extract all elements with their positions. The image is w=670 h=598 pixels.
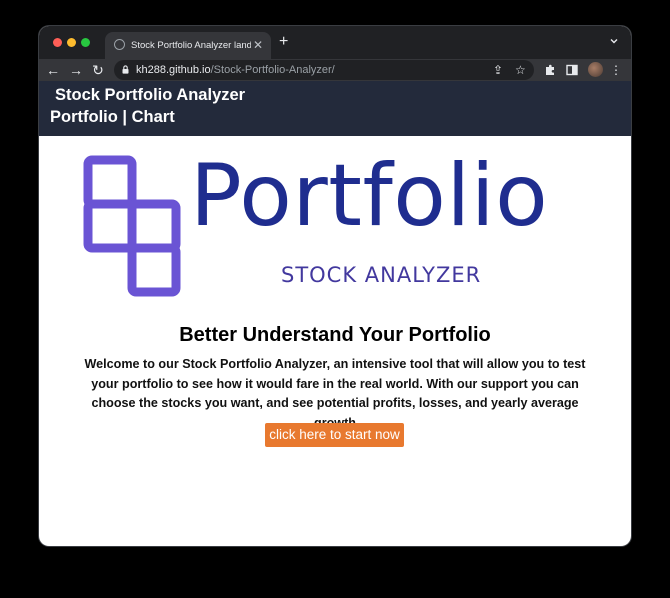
new-tab-icon[interactable]: + <box>279 33 288 51</box>
logo-wordmark: Portfolio <box>190 146 549 246</box>
bookmark-star-icon[interactable]: ☆ <box>515 63 526 77</box>
kebab-menu-icon[interactable]: ⋮ <box>608 62 624 78</box>
welcome-text: Welcome to our Stock Portfolio Analyzer,… <box>84 357 586 430</box>
nav-separator: | <box>117 108 132 126</box>
tab-close-icon[interactable]: ✕ <box>253 38 263 52</box>
url-path: /Stock-Portfolio-Analyzer/ <box>210 64 335 76</box>
address-bar[interactable]: kh288.github.io/Stock-Portfolio-Analyzer… <box>114 60 534 80</box>
lock-icon[interactable] <box>122 65 129 74</box>
site-nav-links: Portfolio | Chart <box>50 106 175 128</box>
start-now-button[interactable]: click here to start now <box>265 423 404 447</box>
share-icon[interactable]: ⇪ <box>493 63 503 77</box>
nav-link-chart[interactable]: Chart <box>132 108 175 126</box>
extensions-puzzle-icon[interactable] <box>542 62 558 78</box>
logo-blocks-icon <box>83 155 181 297</box>
page-headline: Better Understand Your Portfolio <box>179 324 491 346</box>
reload-icon[interactable]: ↻ <box>90 62 106 78</box>
side-panel-icon[interactable] <box>564 62 580 78</box>
maximize-window-button[interactable] <box>81 38 90 47</box>
browser-window: Stock Portfolio Analyzer landing ✕ + ← →… <box>39 26 631 546</box>
close-window-button[interactable] <box>53 38 62 47</box>
globe-icon <box>114 39 125 50</box>
browser-toolbar: ← → ↻ kh288.github.io/Stock-Portfolio-An… <box>39 59 631 81</box>
url-text[interactable]: kh288.github.io/Stock-Portfolio-Analyzer… <box>136 63 335 77</box>
back-arrow-icon[interactable]: ← <box>45 62 61 78</box>
site-navbar: Stock Portfolio Analyzer Portfolio | Cha… <box>39 81 631 136</box>
tab-active[interactable]: Stock Portfolio Analyzer landing ✕ <box>105 32 271 59</box>
url-host: kh288.github.io <box>136 64 211 76</box>
forward-arrow-icon[interactable]: → <box>68 62 84 78</box>
logo-subtitle: STOCK ANALYZER <box>281 263 482 287</box>
profile-avatar[interactable] <box>588 62 603 77</box>
tab-strip: Stock Portfolio Analyzer landing ✕ + <box>39 26 631 59</box>
portfolio-logo: Portfolio STOCK ANALYZER <box>82 146 572 299</box>
chevron-down-icon[interactable] <box>609 36 619 46</box>
tab-title: Stock Portfolio Analyzer landing <box>131 40 251 51</box>
minimize-window-button[interactable] <box>67 38 76 47</box>
nav-link-portfolio[interactable]: Portfolio <box>50 108 118 126</box>
site-title: Stock Portfolio Analyzer <box>55 86 246 104</box>
